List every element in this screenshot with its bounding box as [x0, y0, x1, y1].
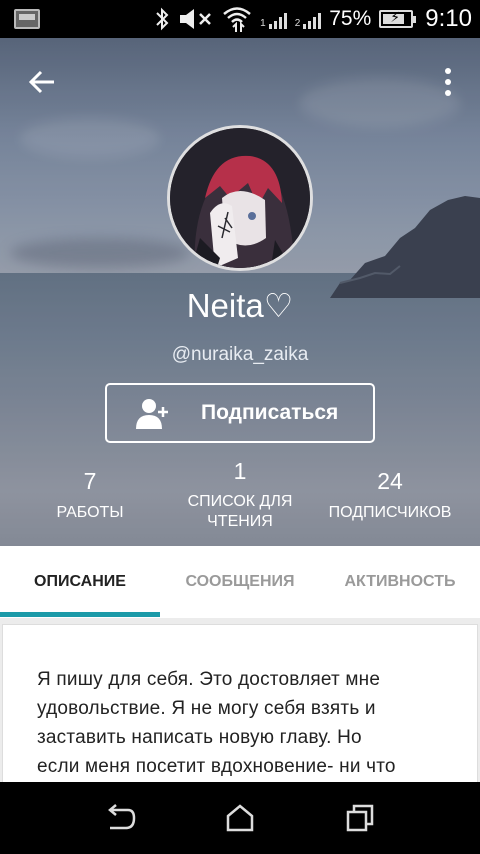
nav-back-icon — [108, 804, 136, 830]
sim1-label: 1 — [260, 18, 266, 29]
signal-sim2-icon: 2 — [295, 9, 322, 29]
profile-handle: @nuraika_zaika — [171, 344, 309, 365]
arrow-left-icon — [28, 70, 54, 94]
nav-recents-icon — [346, 804, 374, 832]
stat-works-value: 7 — [83, 468, 97, 494]
add-user-icon — [136, 399, 168, 429]
follow-button[interactable]: Подписаться — [105, 383, 375, 443]
stat-reading-lists[interactable]: 1 СПИСОК ДЛЯ ЧТЕНИЯ — [170, 458, 310, 532]
tab-active-indicator — [0, 612, 160, 617]
description-line: если меня посетит вдохновение- ни что — [37, 756, 396, 777]
stat-followers-label: ПОДПИСЧИКОВ — [328, 504, 452, 521]
battery-percent: 75% — [329, 7, 372, 30]
battery-icon: ⚡ — [379, 9, 417, 28]
stat-reading-lists-value: 1 — [233, 458, 247, 484]
profile-stats: 7 РАБОТЫ 1 СПИСОК ДЛЯ ЧТЕНИЯ 24 ПОДПИСЧИ… — [0, 458, 480, 538]
nav-home-icon — [226, 804, 254, 832]
stat-works-label: РАБОТЫ — [56, 504, 124, 521]
more-options-button[interactable] — [444, 68, 452, 96]
nav-back-button[interactable] — [100, 802, 140, 836]
stat-reading-lists-label-line1: СПИСОК ДЛЯ — [187, 493, 293, 510]
tab-messages[interactable]: СООБЩЕНИЯ — [160, 546, 320, 618]
tab-description[interactable]: ОПИСАНИЕ — [0, 546, 160, 618]
back-button[interactable] — [26, 66, 58, 98]
stat-reading-lists-label-line2: ЧТЕНИЯ — [207, 513, 273, 530]
nav-recents-button[interactable] — [340, 802, 380, 836]
bluetooth-icon — [154, 6, 170, 32]
system-nav-bar — [0, 782, 480, 854]
avatar[interactable] — [167, 125, 313, 271]
more-vertical-icon — [445, 68, 451, 74]
sim2-label: 2 — [294, 18, 301, 29]
description-card: Я пишу для себя. Это достовляет мне удов… — [2, 624, 478, 794]
profile-header: Neita♡ @nuraika_zaika Подписаться 7 РАБО… — [0, 38, 480, 546]
description-line: удовольствие. Я не могу себя взять и — [37, 698, 376, 719]
description-line: Я пишу для себя. Это достовляет мне — [37, 669, 381, 690]
description-line: заставить написать новую главу. Но — [37, 727, 362, 748]
mute-icon — [178, 6, 214, 32]
profile-display-name: Neita♡ — [186, 287, 294, 324]
nav-home-button[interactable] — [220, 802, 260, 836]
signal-sim1-icon: 1 — [260, 9, 287, 29]
stat-followers[interactable]: 24 ПОДПИСЧИКОВ — [316, 468, 464, 523]
profile-tabs: ОПИСАНИЕ СООБЩЕНИЯ АКТИВНОСТЬ — [0, 546, 480, 618]
clock: 9:10 — [425, 5, 472, 32]
follow-button-label: Подписаться — [201, 401, 339, 424]
wifi-icon — [222, 6, 252, 32]
tab-activity[interactable]: АКТИВНОСТЬ — [320, 546, 480, 618]
status-bar: 1 2 75% ⚡ 9:10 — [0, 0, 480, 38]
screenshot-notification-icon — [14, 9, 40, 29]
tab-content: Я пишу для себя. Это достовляет мне удов… — [0, 618, 480, 794]
avatar-image — [170, 128, 310, 268]
stat-followers-value: 24 — [377, 468, 403, 494]
description-text: Я пишу для себя. Это достовляет мне удов… — [37, 665, 457, 781]
stat-works[interactable]: 7 РАБОТЫ — [30, 468, 150, 523]
